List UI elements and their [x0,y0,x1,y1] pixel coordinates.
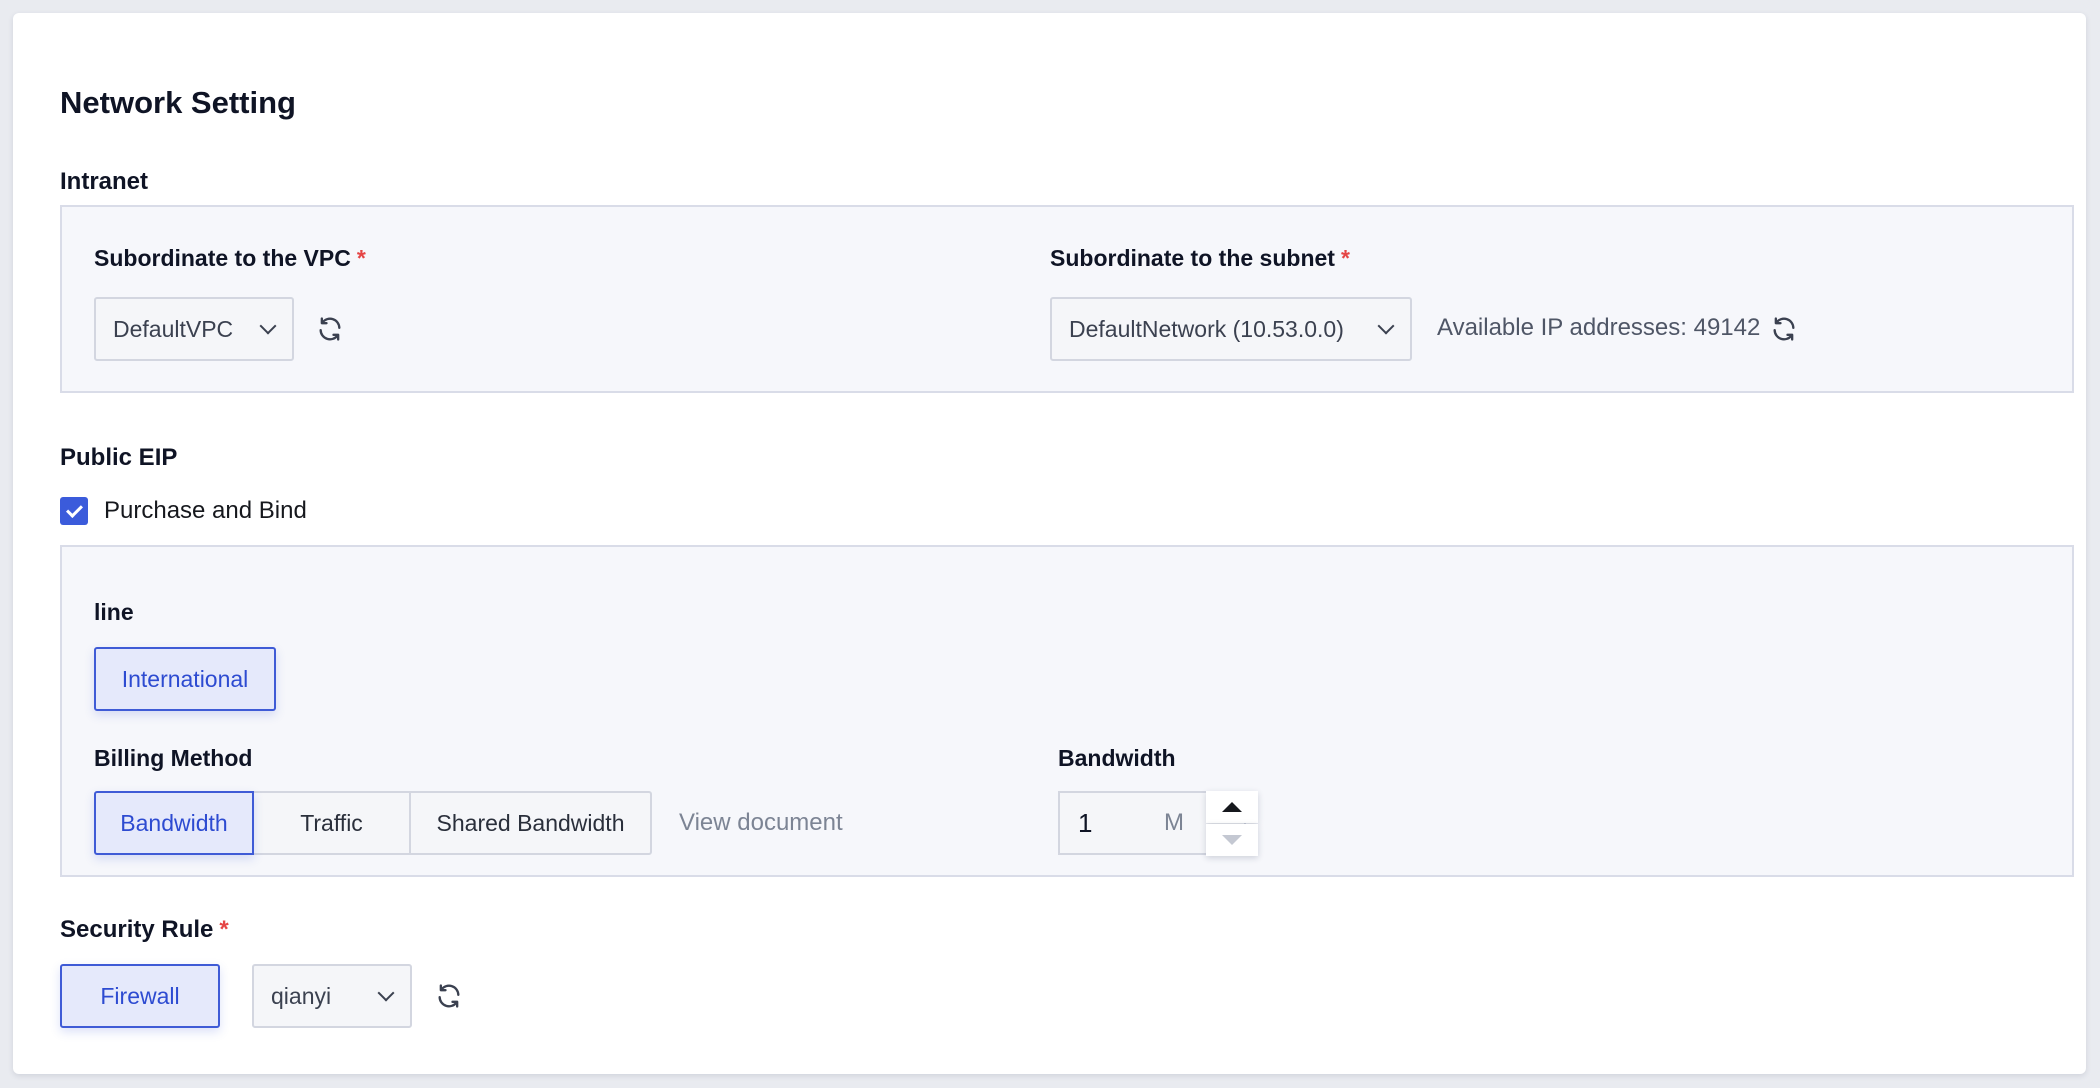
vpc-refresh-icon[interactable] [314,313,346,345]
bandwidth-decrement-button[interactable] [1206,824,1258,856]
billing-option-shared-bandwidth[interactable]: Shared Bandwidth [409,791,652,855]
billing-method-label: Billing Method [94,745,253,771]
security-refresh-icon[interactable] [433,980,465,1012]
security-rule-label: Security Rule * [60,916,229,943]
chevron-down-icon [377,984,395,1002]
billing-option-traffic[interactable]: Traffic [252,791,411,855]
network-setting-card: Network Setting Intranet Subordinate to … [13,13,2086,1074]
bandwidth-increment-button[interactable] [1206,791,1258,823]
firewall-button[interactable]: Firewall [60,964,220,1028]
checkbox[interactable] [60,497,88,525]
line-option-international[interactable]: International [94,647,276,711]
vpc-select-value: DefaultVPC [113,315,234,342]
intranet-heading: Intranet [60,168,149,195]
security-rule-select[interactable]: qianyi [252,964,412,1028]
caret-up-icon [1222,802,1242,812]
line-label: line [94,599,134,625]
page-title: Network Setting [60,85,296,120]
security-rule-value: qianyi [271,982,332,1009]
chevron-down-icon [1377,317,1395,335]
available-ip-text: Available IP addresses: 49142 [1437,314,1761,341]
purchase-bind-checkbox[interactable]: Purchase and Bind [60,497,307,525]
view-document-link[interactable]: View document [679,808,843,838]
required-mark: * [356,245,366,271]
required-mark: * [219,916,229,943]
subnet-refresh-icon[interactable] [1768,313,1800,345]
vpc-select[interactable]: DefaultVPC [94,297,294,361]
eip-panel: line International Billing Method Bandwi… [60,545,2074,877]
subnet-label: Subordinate to the subnet * [1050,245,1350,271]
vpc-label: Subordinate to the VPC * [94,245,366,271]
bandwidth-value: 1 [1078,807,1093,838]
bandwidth-unit: M [1164,809,1184,836]
intranet-panel: Subordinate to the VPC * DefaultVPC Subor… [60,205,2074,393]
check-icon [65,500,83,518]
public-eip-heading: Public EIP [60,444,178,471]
chevron-down-icon [259,317,277,335]
caret-down-icon [1222,835,1242,845]
subnet-select-value: DefaultNetwork (10.53.0.0) [1069,315,1344,342]
purchase-bind-label: Purchase and Bind [104,497,307,524]
subnet-select[interactable]: DefaultNetwork (10.53.0.0) [1050,297,1412,361]
billing-option-bandwidth[interactable]: Bandwidth [94,791,254,855]
bandwidth-label: Bandwidth [1058,745,1176,771]
required-mark: * [1340,245,1350,271]
